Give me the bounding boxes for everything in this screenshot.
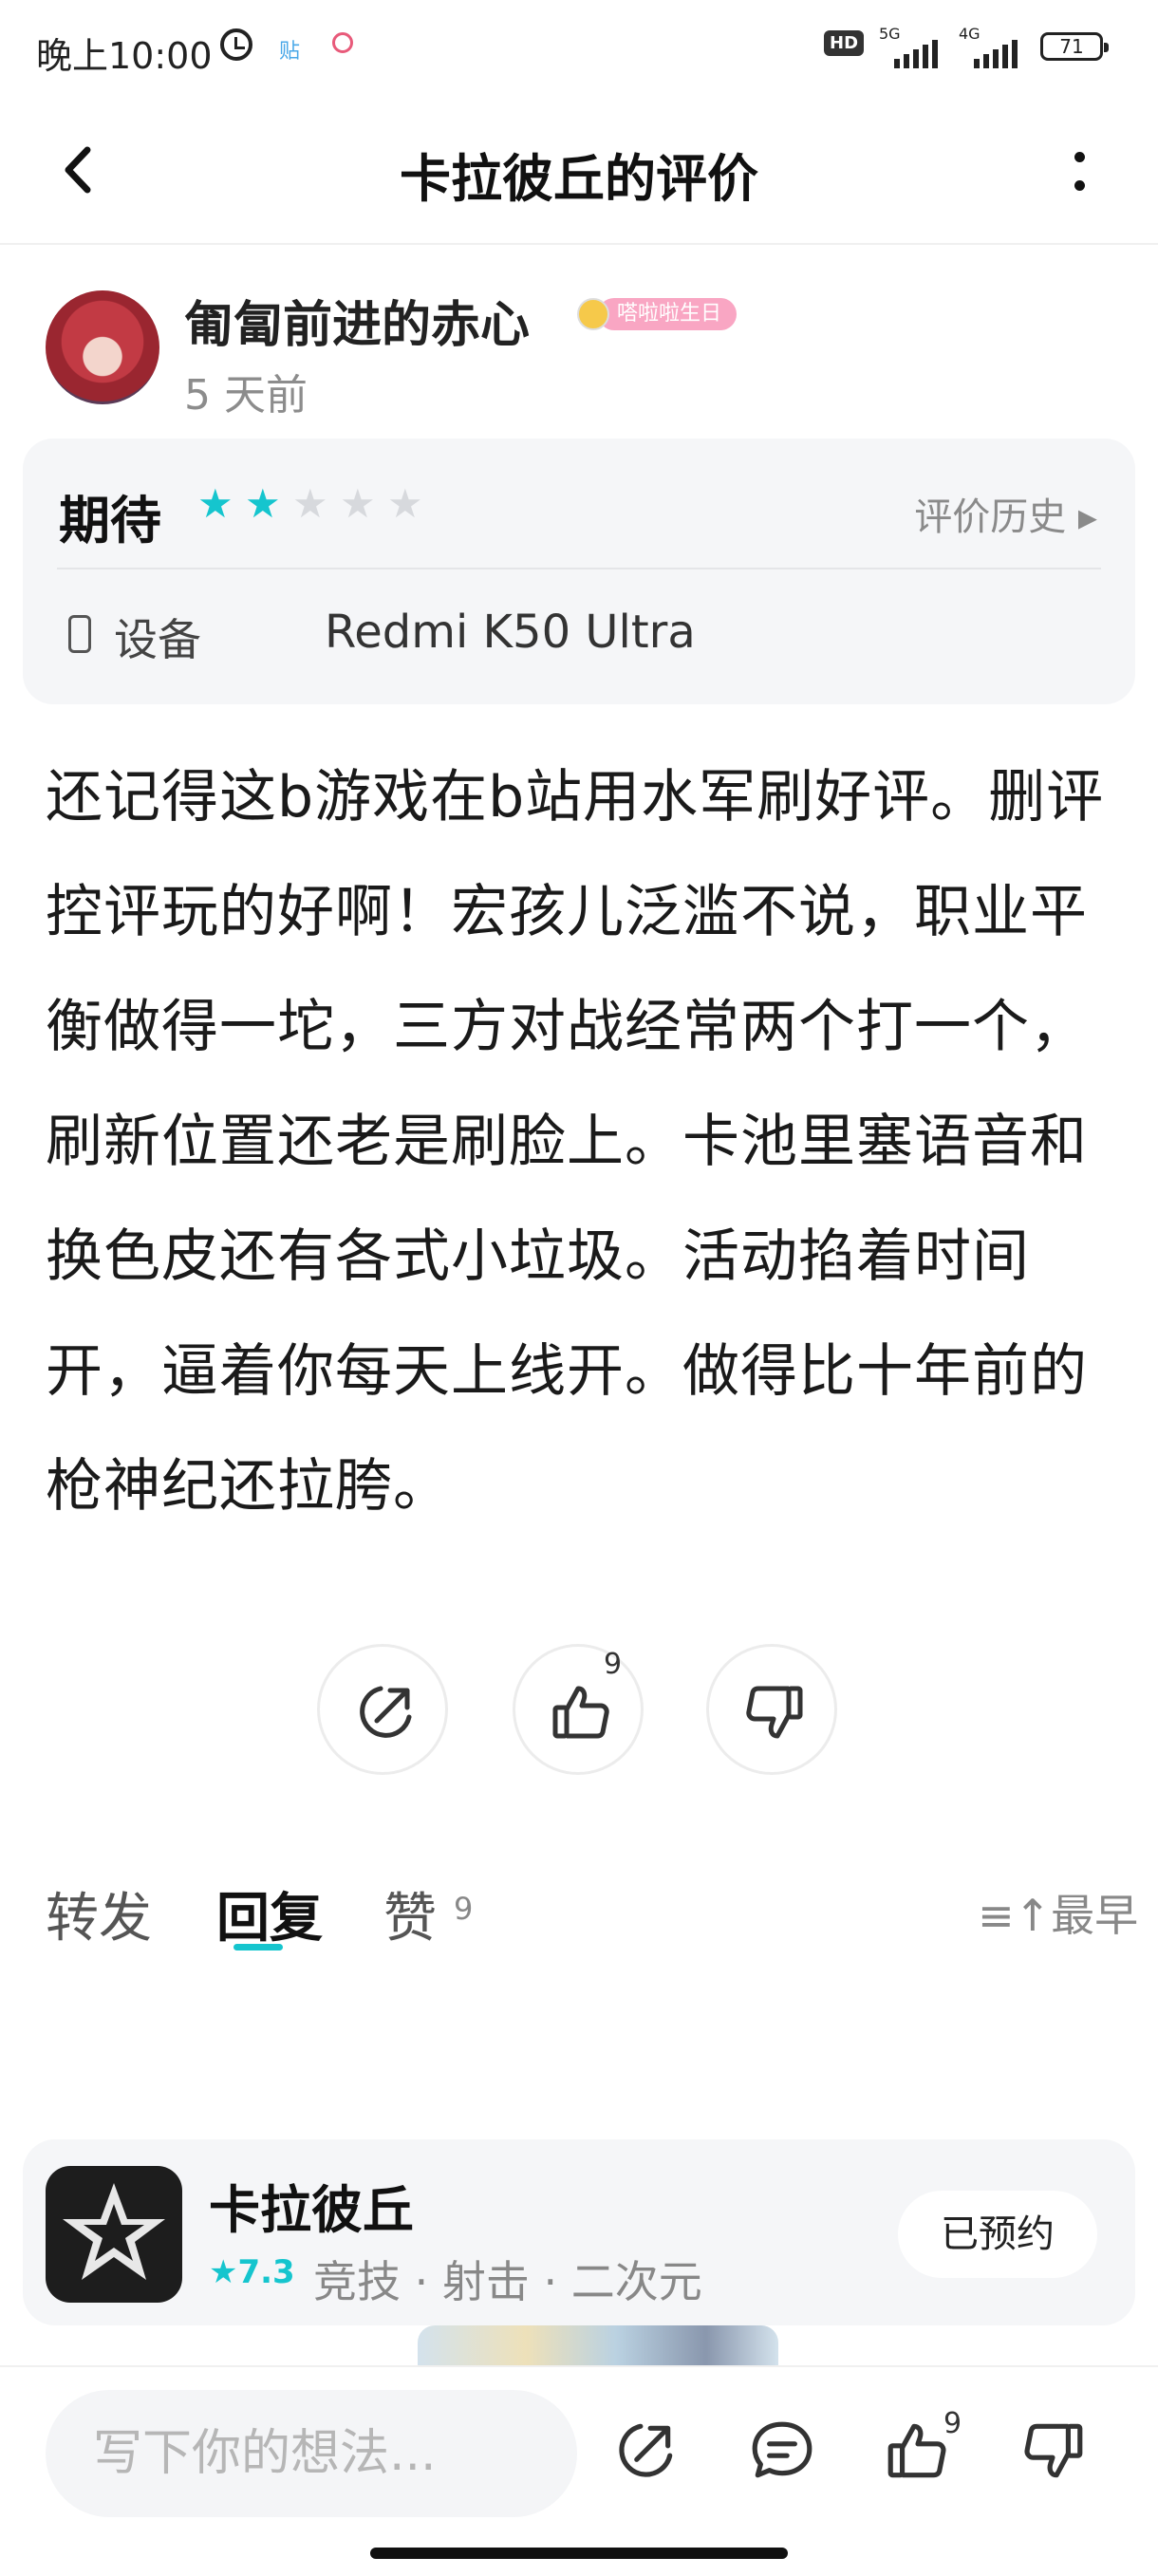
author-badge: 嗒啦啦生日 — [598, 298, 738, 330]
signal-icon — [894, 40, 938, 68]
game-tags: 竞技 · 射击 · 二次元 — [313, 2256, 702, 2307]
reserved-button[interactable]: 已预约 — [898, 2191, 1097, 2278]
bottom-like-count: 9 — [943, 2407, 962, 2440]
bottom-share-button[interactable] — [611, 2417, 680, 2485]
divider — [57, 568, 1101, 569]
home-indicator[interactable] — [370, 2548, 788, 2559]
review-text: 还记得这b游戏在b站用水军刷好评。删评控评玩的好啊！宏孩儿泛滥不说，职业平衡做得… — [46, 764, 1105, 1520]
more-button[interactable] — [1061, 146, 1099, 199]
battery-icon: 71 — [1040, 32, 1109, 61]
signal-icon-2 — [974, 40, 1018, 68]
star-rating: ★ ★ ★ ★ ★ — [197, 484, 427, 524]
tab-like[interactable]: 赞 — [383, 1876, 437, 1952]
device-label: 设备 — [114, 614, 201, 665]
bottom-like-button[interactable] — [883, 2417, 951, 2485]
status-bar: 晚上10:00 贴 HD 5G 4G 71 — [0, 0, 1158, 95]
chevron-left-icon — [65, 146, 91, 194]
star-icon: ★ — [245, 480, 281, 527]
dislike-button[interactable] — [706, 1644, 837, 1775]
bottom-comment-button[interactable] — [748, 2417, 816, 2485]
background-image-peek — [418, 2325, 778, 2369]
like-count: 9 — [604, 1648, 623, 1681]
tab-like-count: 9 — [454, 1891, 474, 1927]
phone-icon — [68, 615, 91, 653]
rating-label: 期待 — [59, 491, 161, 551]
like-button[interactable] — [513, 1644, 644, 1775]
game-name: 卡拉彼丘 — [209, 2180, 414, 2240]
game-logo-icon — [46, 2166, 182, 2303]
avatar[interactable] — [46, 290, 159, 404]
device-value: Redmi K50 Ultra — [325, 606, 696, 659]
star-icon: ★ — [340, 480, 376, 527]
hd-icon: HD — [824, 30, 865, 56]
rating-history-link[interactable]: 评价历史 ▸ — [914, 486, 1097, 541]
comment-input[interactable] — [46, 2390, 577, 2517]
share-icon — [360, 1686, 412, 1738]
notification-app-icon-2 — [332, 32, 353, 53]
notification-app-icon: 贴 — [279, 40, 301, 64]
sort-button[interactable]: ≡↑最早 — [978, 1881, 1138, 1944]
thumbs-down-icon — [1024, 2423, 1083, 2478]
page-title: 卡拉彼丘的评价 — [400, 149, 758, 209]
comment-icon — [752, 2421, 812, 2478]
alarm-icon — [220, 28, 252, 61]
bottom-dislike-button[interactable] — [1019, 2417, 1088, 2485]
nav-bar: 卡拉彼丘的评价 — [0, 95, 1158, 245]
rating-card: 期待 ★ ★ ★ ★ ★ 评价历史 ▸ 设备 Redmi K50 Ultra — [23, 439, 1135, 704]
star-icon: ★ — [387, 480, 423, 527]
badge-avatar-icon — [577, 298, 609, 330]
share-button[interactable] — [317, 1644, 448, 1775]
thumbs-down-icon — [746, 1686, 803, 1739]
author-name[interactable]: 匍匐前进的赤心 — [184, 285, 530, 356]
thumbs-up-icon — [887, 2423, 946, 2478]
star-icon: ★ — [292, 480, 328, 527]
back-button[interactable] — [53, 140, 112, 199]
tab-forward[interactable]: 转发 — [46, 1876, 152, 1952]
game-score: ★7.3 — [209, 2253, 295, 2291]
post-time: 5 天前 — [184, 371, 308, 420]
thumbs-up-icon — [552, 1686, 609, 1739]
tab-indicator — [233, 1944, 283, 1951]
tab-reply[interactable]: 回复 — [216, 1876, 323, 1952]
bottom-bar: 9 — [0, 2365, 1158, 2576]
game-card[interactable]: 卡拉彼丘 ★7.3 竞技 · 射击 · 二次元 已预约 — [23, 2139, 1135, 2325]
star-icon: ★ — [197, 480, 233, 527]
share-icon — [619, 2423, 673, 2477]
status-time: 晚上10:00 — [36, 35, 213, 77]
